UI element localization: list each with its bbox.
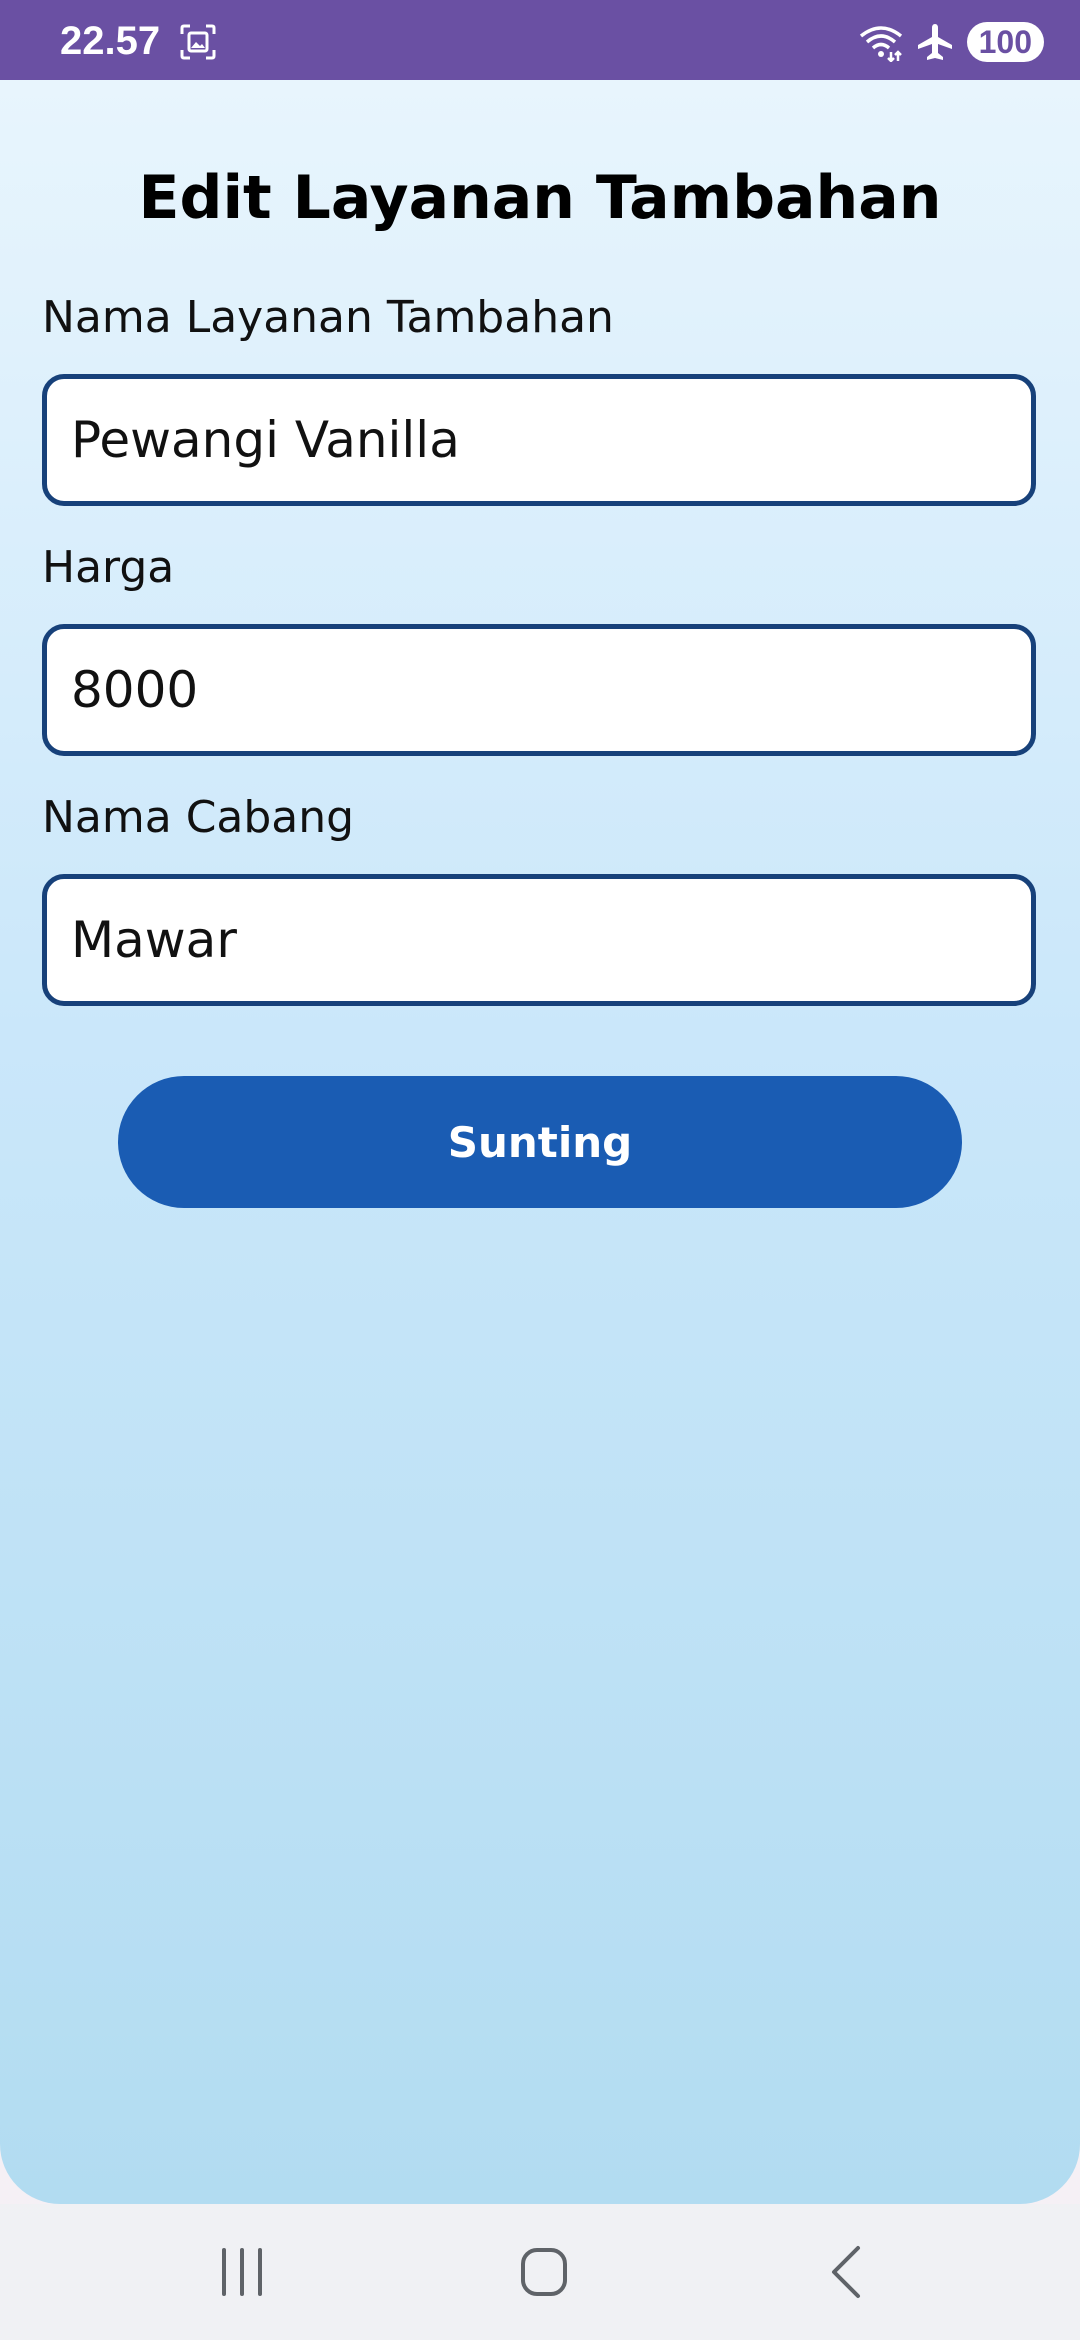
screenshot-icon (180, 24, 216, 60)
price-input[interactable] (47, 629, 1031, 751)
back-icon (832, 2246, 860, 2298)
branch-name-input[interactable] (47, 879, 1031, 1001)
recent-apps-button[interactable] (202, 2242, 282, 2302)
branch-name-field[interactable] (42, 874, 1036, 1006)
navigation-bar (0, 2204, 1080, 2340)
price-label: Harga (42, 542, 175, 593)
submit-button[interactable]: Sunting (118, 1076, 962, 1208)
page-title: Edit Layanan Tambahan (138, 163, 942, 233)
service-name-label: Nama Layanan Tambahan (42, 292, 614, 343)
airplane-icon (917, 24, 952, 60)
back-button[interactable] (806, 2242, 886, 2302)
service-name-input[interactable] (47, 379, 1031, 501)
status-icons: 100 (859, 20, 1044, 64)
home-button[interactable] (504, 2242, 584, 2302)
wifi-icon (859, 26, 902, 62)
recent-apps-icon (222, 2248, 262, 2296)
home-icon (521, 2248, 567, 2296)
service-name-field[interactable] (42, 374, 1036, 506)
branch-name-label: Nama Cabang (42, 792, 355, 843)
battery-badge: 100 (966, 22, 1044, 62)
price-field[interactable] (42, 624, 1036, 756)
app-panel: Edit Layanan Tambahan Nama Layanan Tamba… (0, 80, 1080, 2204)
status-bar: 22.57 100 (0, 0, 1080, 80)
status-time: 22.57 (60, 19, 161, 63)
